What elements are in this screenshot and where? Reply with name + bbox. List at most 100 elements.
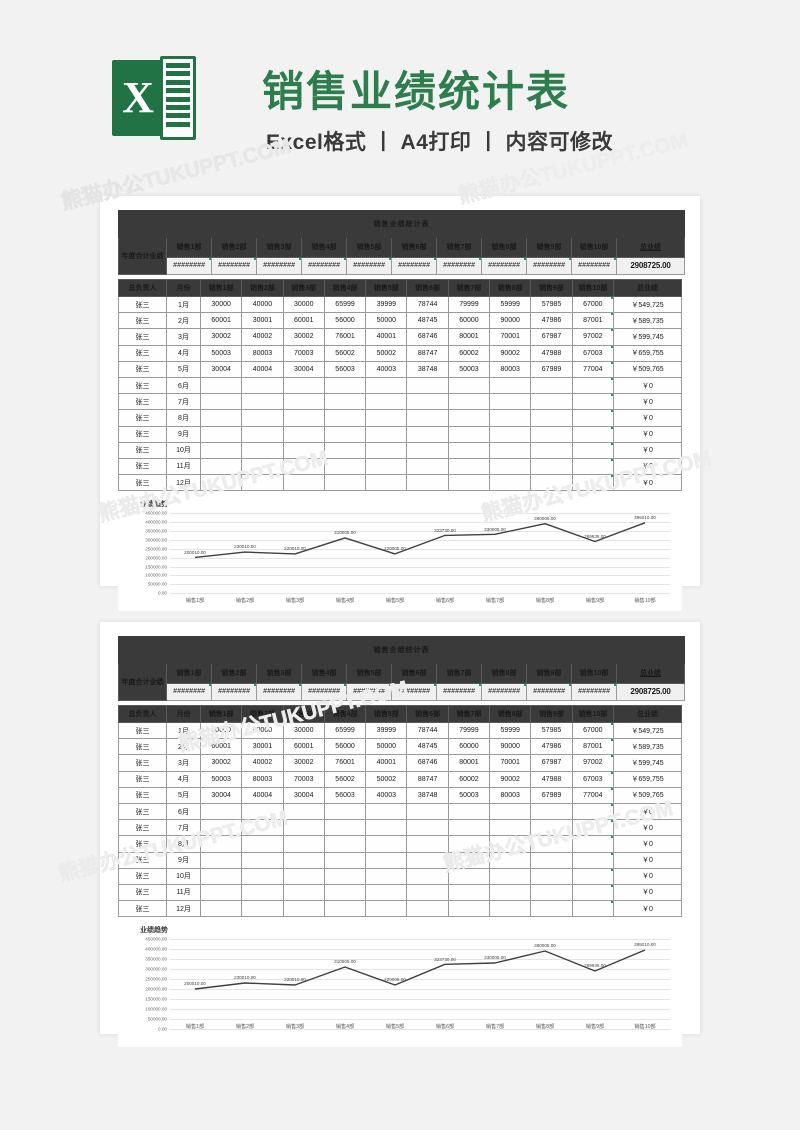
- table-cell[interactable]: 56002: [323, 770, 367, 788]
- row-total-cell[interactable]: ￥0: [613, 900, 682, 918]
- table-cell[interactable]: 40003: [365, 786, 408, 804]
- table-cell[interactable]: [489, 393, 532, 411]
- table-cell[interactable]: 60000: [447, 312, 491, 330]
- table-cell[interactable]: 30000: [199, 295, 243, 314]
- table-cell[interactable]: 张三: [118, 409, 167, 427]
- table-cell[interactable]: [489, 441, 532, 459]
- table-cell[interactable]: [199, 376, 243, 395]
- table-cell[interactable]: 39999: [365, 295, 408, 314]
- table-cell[interactable]: 张三: [118, 360, 167, 378]
- table-cell[interactable]: [447, 819, 491, 837]
- table-cell[interactable]: [199, 474, 243, 492]
- table-cell[interactable]: 张三: [118, 819, 167, 837]
- table-cell[interactable]: [199, 819, 243, 837]
- table-cell[interactable]: 30001: [241, 738, 284, 756]
- table-cell[interactable]: 67989: [530, 786, 573, 804]
- table-cell[interactable]: [530, 425, 573, 443]
- table-cell[interactable]: [282, 474, 325, 492]
- table-cell[interactable]: [323, 393, 367, 411]
- row-total-cell[interactable]: ￥0: [613, 409, 682, 427]
- row-total-cell[interactable]: ￥0: [613, 883, 682, 902]
- table-cell[interactable]: 50000: [365, 738, 408, 756]
- row-total-cell[interactable]: ￥599,745: [613, 754, 682, 772]
- table-cell[interactable]: [365, 835, 408, 853]
- table-cell[interactable]: 67003: [571, 344, 615, 362]
- table-cell[interactable]: [406, 376, 449, 395]
- table-cell[interactable]: [365, 441, 408, 459]
- table-cell[interactable]: 56003: [323, 360, 367, 378]
- table-cell[interactable]: [282, 819, 325, 837]
- table-cell[interactable]: 90000: [489, 312, 532, 330]
- table-cell[interactable]: 90002: [489, 344, 532, 362]
- table-cell[interactable]: [282, 457, 325, 476]
- row-total-cell[interactable]: ￥549,725: [613, 295, 682, 314]
- table-cell[interactable]: [406, 883, 449, 902]
- table-cell[interactable]: 67000: [571, 295, 615, 314]
- table-cell[interactable]: 50003: [447, 786, 491, 804]
- table-cell[interactable]: 40001: [365, 328, 408, 346]
- table-row[interactable]: 张三 11月 ￥0: [118, 457, 682, 476]
- row-total-cell[interactable]: ￥509,765: [613, 360, 682, 378]
- table-cell[interactable]: [530, 376, 573, 395]
- table-cell[interactable]: 50003: [447, 360, 491, 378]
- table-cell[interactable]: [530, 457, 573, 476]
- table-cell[interactable]: [530, 441, 573, 459]
- table-cell[interactable]: [489, 457, 532, 476]
- table-cell[interactable]: [241, 900, 284, 918]
- table-cell[interactable]: [199, 441, 243, 459]
- table-cell[interactable]: 90002: [489, 770, 532, 788]
- table-cell[interactable]: [447, 457, 491, 476]
- table-cell[interactable]: [530, 835, 573, 853]
- table-cell[interactable]: 张三: [118, 835, 167, 853]
- table-cell[interactable]: [406, 441, 449, 459]
- table-row[interactable]: 张三 6月 ￥0: [118, 802, 682, 821]
- table-cell[interactable]: [571, 867, 615, 885]
- table-row[interactable]: 张三 9月 ￥0: [118, 425, 682, 443]
- table-row[interactable]: 张三 2月 60001 30001 60001 56000 50000 48745 60000 9…: [118, 738, 682, 756]
- table-cell[interactable]: 张三: [118, 802, 167, 821]
- table-cell[interactable]: 80003: [241, 770, 284, 788]
- table-cell[interactable]: 38748: [406, 360, 449, 378]
- table-cell[interactable]: [571, 376, 615, 395]
- table-cell[interactable]: 40001: [365, 754, 408, 772]
- table-cell[interactable]: [241, 851, 284, 869]
- table-cell[interactable]: [282, 409, 325, 427]
- table-cell[interactable]: 11月: [166, 883, 201, 902]
- table-cell[interactable]: [489, 802, 532, 821]
- table-cell[interactable]: [489, 900, 532, 918]
- table-row[interactable]: 张三 8月 ￥0: [118, 409, 682, 427]
- table-cell[interactable]: [199, 851, 243, 869]
- table-cell[interactable]: [406, 819, 449, 837]
- table-cell[interactable]: [323, 474, 367, 492]
- table-cell[interactable]: 50003: [199, 770, 243, 788]
- table-cell[interactable]: [323, 883, 367, 902]
- table-cell[interactable]: [571, 835, 615, 853]
- row-total-cell[interactable]: ￥0: [613, 441, 682, 459]
- table-cell[interactable]: [530, 883, 573, 902]
- table-cell[interactable]: [282, 851, 325, 869]
- table-row[interactable]: 张三 7月 ￥0: [118, 393, 682, 411]
- table-cell[interactable]: 56002: [323, 344, 367, 362]
- table-cell[interactable]: [199, 867, 243, 885]
- table-cell[interactable]: 30000: [282, 721, 325, 740]
- table-cell[interactable]: [323, 900, 367, 918]
- table-cell[interactable]: [447, 802, 491, 821]
- table-cell[interactable]: [571, 425, 615, 443]
- table-cell[interactable]: 80003: [489, 786, 532, 804]
- table-cell[interactable]: 30001: [241, 312, 284, 330]
- table-cell[interactable]: 张三: [118, 867, 167, 885]
- table-cell[interactable]: [282, 441, 325, 459]
- table-cell[interactable]: 78744: [406, 721, 449, 740]
- table-cell[interactable]: [406, 867, 449, 885]
- row-total-cell[interactable]: ￥0: [613, 835, 682, 853]
- table-cell[interactable]: 张三: [118, 900, 167, 918]
- table-cell[interactable]: [282, 835, 325, 853]
- table-cell[interactable]: [323, 851, 367, 869]
- table-cell[interactable]: [282, 900, 325, 918]
- table-cell[interactable]: 57985: [530, 721, 573, 740]
- table-cell[interactable]: [530, 393, 573, 411]
- table-cell[interactable]: [530, 409, 573, 427]
- table-cell[interactable]: 39999: [365, 721, 408, 740]
- table-cell[interactable]: 90000: [489, 738, 532, 756]
- table-cell[interactable]: 张三: [118, 344, 167, 362]
